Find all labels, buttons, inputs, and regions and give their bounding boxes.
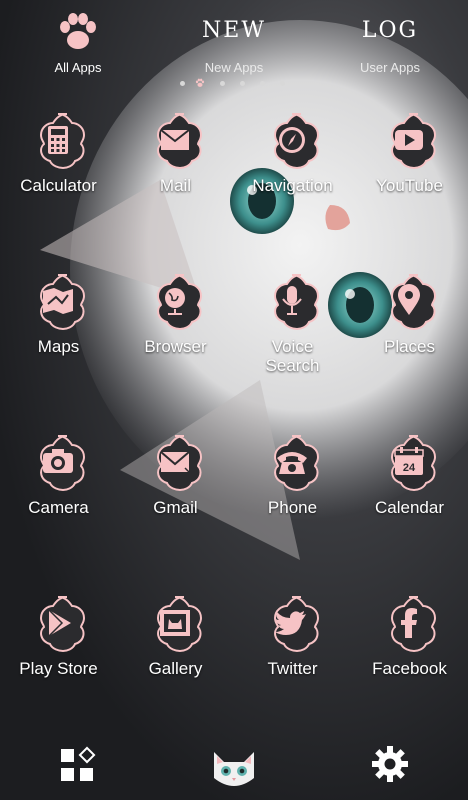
app-places[interactable]: Places <box>351 271 468 381</box>
app-label: Facebook <box>372 659 447 678</box>
page-dot <box>220 81 225 86</box>
app-phone[interactable]: Phone <box>234 432 351 542</box>
dock <box>0 730 468 800</box>
page-dot <box>260 81 265 86</box>
page-dot <box>240 81 245 86</box>
app-label: Mail <box>159 176 192 195</box>
app-maps[interactable]: Maps <box>0 271 117 381</box>
paw-icon <box>195 78 205 87</box>
calendar-icon: 24 <box>390 435 437 492</box>
app-label: Phone <box>267 498 318 517</box>
compass-icon <box>273 113 320 170</box>
app-mail[interactable]: Mail <box>117 110 234 220</box>
tab-all-apps[interactable]: All Apps <box>18 8 138 75</box>
phone-icon <box>273 435 320 492</box>
tab-label: New Apps <box>204 60 264 75</box>
page-dot <box>280 81 285 86</box>
facebook-icon <box>390 596 437 653</box>
app-label: Twitter <box>267 659 318 678</box>
app-label: Voice Search <box>265 337 320 375</box>
app-label: Browser <box>144 337 207 356</box>
tab-title: NEW <box>202 18 266 43</box>
envelope-icon <box>156 435 203 492</box>
map-icon <box>39 274 86 331</box>
app-twitter[interactable]: Twitter <box>234 593 351 703</box>
home-screen: All Apps NEW New Apps LOG User Apps Calc… <box>0 0 468 800</box>
app-label: Play Store <box>19 659 98 678</box>
cat-face-icon[interactable] <box>206 738 262 794</box>
app-youtube[interactable]: YouTube <box>351 110 468 220</box>
play-icon <box>390 113 437 170</box>
calendar-day: 24 <box>403 462 416 474</box>
app-calculator[interactable]: Calculator <box>0 110 117 220</box>
page-indicator <box>178 78 298 90</box>
calculator-icon <box>39 113 86 170</box>
bird-icon <box>273 596 320 653</box>
mail-icon <box>156 113 203 170</box>
microphone-icon <box>273 274 320 331</box>
camera-icon <box>39 435 86 492</box>
app-label: Gmail <box>153 498 198 517</box>
app-label: YouTube <box>376 176 443 195</box>
app-drawer-icon[interactable] <box>58 746 98 786</box>
app-facebook[interactable]: Facebook <box>351 593 468 703</box>
app-label: Navigation <box>252 176 333 195</box>
app-label: Calculator <box>20 176 97 195</box>
app-navigation[interactable]: Navigation <box>234 110 351 220</box>
app-label: Maps <box>37 337 80 356</box>
tab-label: All Apps <box>54 60 102 75</box>
globe-icon <box>156 274 203 331</box>
app-browser[interactable]: Browser <box>117 271 234 381</box>
app-label: Calendar <box>375 498 444 517</box>
app-camera[interactable]: Camera <box>0 432 117 542</box>
picture-icon <box>156 596 203 653</box>
gear-icon[interactable] <box>370 744 410 784</box>
app-gallery[interactable]: Gallery <box>117 593 234 703</box>
tab-label: User Apps <box>360 60 420 75</box>
tab-new-apps[interactable]: NEW New Apps <box>174 8 294 75</box>
app-label: Camera <box>28 498 89 517</box>
app-label: Places <box>383 337 436 356</box>
app-calendar[interactable]: 24 Calendar <box>351 432 468 542</box>
app-gmail[interactable]: Gmail <box>117 432 234 542</box>
tab-user-apps[interactable]: LOG User Apps <box>330 8 450 75</box>
app-label: Gallery <box>148 659 203 678</box>
play-store-icon <box>39 596 86 653</box>
paw-icon <box>60 13 96 49</box>
page-dot <box>180 81 185 86</box>
top-tab-bar: All Apps NEW New Apps LOG User Apps <box>0 0 468 95</box>
map-pin-icon <box>390 274 437 331</box>
app-voice-search[interactable]: Voice Search <box>234 271 351 381</box>
app-play-store[interactable]: Play Store <box>0 593 117 703</box>
tab-title: LOG <box>361 18 419 43</box>
